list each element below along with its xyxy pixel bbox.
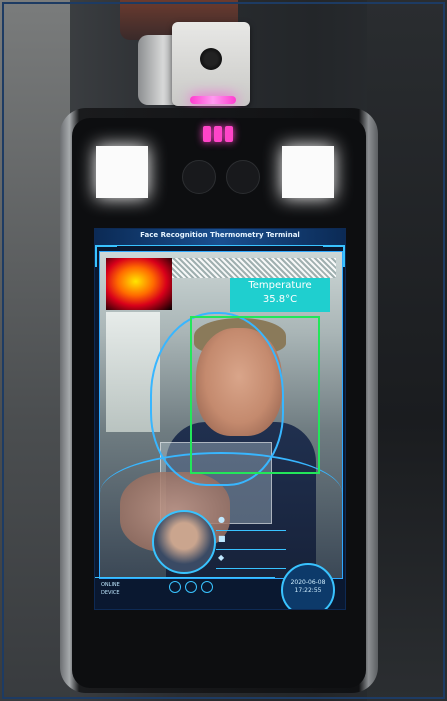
terminal-device: Face Recognition Thermometry Terminal Te… bbox=[60, 108, 378, 693]
camera-windows bbox=[178, 160, 264, 196]
hud-bottom-line bbox=[95, 577, 275, 578]
thermal-image-preview bbox=[106, 258, 172, 310]
datetime-text: 2020-06-08 17:22:55 bbox=[283, 579, 333, 595]
fill-light-right bbox=[282, 146, 334, 198]
dot-icon bbox=[185, 581, 197, 593]
camera-feed: Temperature 35.8°C ● ■ ◆ bbox=[99, 251, 343, 579]
info-row-name: ● bbox=[216, 514, 286, 531]
fill-light-left bbox=[96, 146, 148, 198]
screen-title: Face Recognition Thermometry Terminal bbox=[140, 231, 300, 239]
time-text: 17:22:55 bbox=[294, 587, 322, 594]
status-line-1: ONLINE bbox=[101, 582, 120, 588]
page-dots bbox=[169, 581, 213, 593]
captured-face-thumbnail bbox=[152, 510, 216, 574]
temperature-readout: Temperature 35.8°C bbox=[230, 278, 330, 312]
ir-led-strip bbox=[190, 96, 236, 104]
info-row-card: ■ bbox=[216, 533, 286, 550]
datetime-badge: 2020-06-08 17:22:55 bbox=[281, 563, 335, 609]
date-text: 2020-06-08 bbox=[290, 579, 326, 586]
temperature-label: Temperature bbox=[248, 280, 312, 291]
status-text: ONLINE DEVICE bbox=[101, 581, 161, 597]
camera-lens-icon bbox=[200, 48, 222, 70]
info-rows: ● ■ ◆ bbox=[216, 514, 286, 571]
ir-emitters bbox=[198, 126, 238, 144]
id-icon: ◆ bbox=[218, 553, 225, 562]
photo: Face Recognition Thermometry Terminal Te… bbox=[0, 0, 447, 701]
status-line-2: DEVICE bbox=[101, 590, 120, 596]
terminal-screen[interactable]: Face Recognition Thermometry Terminal Te… bbox=[94, 228, 346, 610]
face-detection-box bbox=[190, 316, 320, 474]
card-icon: ■ bbox=[218, 534, 226, 543]
device-bezel: Face Recognition Thermometry Terminal Te… bbox=[72, 118, 366, 688]
dot-icon bbox=[201, 581, 213, 593]
temperature-value: 35.8°C bbox=[262, 294, 298, 305]
title-bar: Face Recognition Thermometry Terminal bbox=[95, 229, 345, 246]
dot-icon bbox=[169, 581, 181, 593]
background-wall-right bbox=[367, 0, 447, 701]
info-row-id: ◆ bbox=[216, 552, 286, 569]
person-icon: ● bbox=[218, 515, 225, 524]
pattern-strip bbox=[172, 258, 336, 278]
thermal-camera-module bbox=[172, 22, 250, 106]
